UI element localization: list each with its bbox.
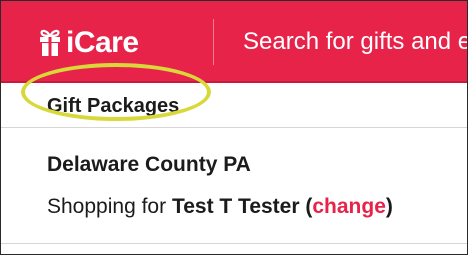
app-frame: iCare Gift Packages Delaware County PA S… [0,0,468,255]
close-paren: ) [385,195,393,218]
header-divider [213,19,214,65]
brand-logo[interactable]: iCare [37,23,139,63]
shopper-name: Test T Tester [171,195,300,218]
divider [1,243,467,244]
search-input[interactable] [243,28,467,56]
gift-icon [40,29,60,56]
search-box[interactable] [243,21,467,63]
change-shopper-link[interactable]: change [312,195,386,218]
brand-name: iCare [66,26,139,59]
shopping-prefix: Shopping for [47,195,167,218]
header-bar: iCare [1,1,467,83]
nav-gift-packages[interactable]: Gift Packages [47,95,179,118]
shopping-for-line: Shopping for Test T Tester (change) [47,195,393,219]
breadcrumb: Gift Packages [1,81,467,128]
location-label: Delaware County PA [47,153,251,176]
